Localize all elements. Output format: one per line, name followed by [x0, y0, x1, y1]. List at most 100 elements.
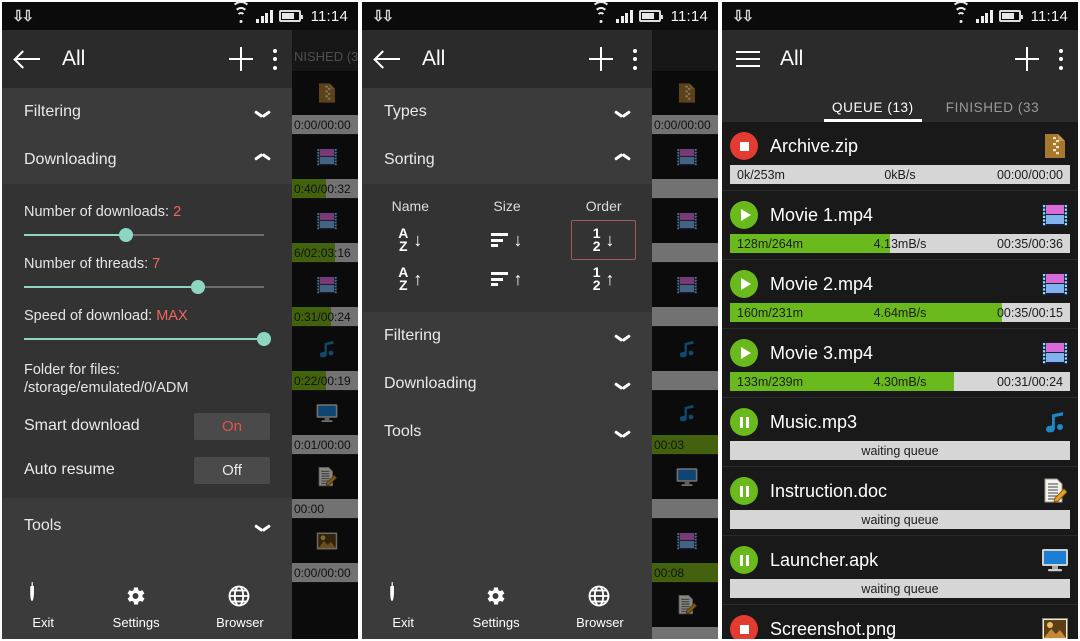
sort-size-ascending[interactable]: ↑ — [459, 260, 556, 298]
auto-resume-row[interactable]: Auto resume Off — [24, 448, 270, 492]
smart-download-toggle[interactable]: On — [194, 412, 270, 440]
download-row[interactable]: Movie 3.mp4 133m/239m 4.30mB/s 00:31/00:24 — [722, 329, 1078, 398]
progress-text-part: 0kB/s — [884, 167, 916, 182]
sort-size-descending[interactable]: ↓ — [459, 220, 556, 260]
arrow-down-icon: ↓ — [413, 230, 423, 250]
tab-finished[interactable]: FINISHED (33 — [930, 100, 1055, 122]
download-row[interactable]: Launcher.apk waiting queue — [722, 536, 1078, 605]
download-row[interactable]: Archive.zip 0k/253m 0kB/s 00:00/00:00 — [722, 122, 1078, 191]
plus-icon[interactable] — [229, 47, 253, 71]
label-value: 7 — [152, 256, 161, 272]
speed-slider[interactable] — [24, 328, 271, 350]
num-downloads-slider[interactable] — [24, 224, 270, 246]
sort-name-ascending[interactable]: AZ ↑ — [362, 260, 459, 298]
sidebar-item-tools[interactable]: Tools — [2, 502, 292, 550]
plus-icon[interactable] — [1015, 47, 1039, 71]
slider-knob[interactable] — [190, 280, 205, 294]
pause-button-icon[interactable] — [730, 477, 758, 505]
app-file-icon — [1040, 545, 1070, 575]
drawer-scrim[interactable] — [292, 30, 358, 639]
alpha-descending-icon: AZ ↓ — [398, 226, 423, 253]
download-arrow-icon: ⇩⇩ — [12, 7, 34, 25]
pause-button-icon[interactable] — [730, 546, 758, 574]
progress-text-part: 0k/253m — [737, 167, 785, 182]
progress-text: waiting queue — [730, 510, 1070, 529]
tab-queue[interactable]: QUEUE (13) — [816, 100, 930, 122]
play-button-icon[interactable] — [730, 201, 758, 229]
overflow-menu-icon[interactable] — [633, 48, 638, 70]
sidebar-item-downloading[interactable]: Downloading — [362, 360, 652, 408]
folder-path-value[interactable]: /storage/emulated/0/ADM — [24, 380, 270, 396]
drawer-body: Filtering Downloading Number of download… — [2, 88, 292, 571]
action-bar-icons — [1015, 47, 1064, 71]
play-button-icon[interactable] — [730, 270, 758, 298]
num-downloads-label: Number of downloads: 2 — [24, 204, 270, 220]
hamburger-menu-icon[interactable] — [736, 51, 760, 67]
sidebar-item-filtering[interactable]: Filtering — [2, 88, 292, 136]
status-bar-clock: 11:14 — [310, 7, 348, 25]
stop-button-icon[interactable] — [730, 615, 758, 639]
play-button-icon[interactable] — [730, 339, 758, 367]
download-row[interactable]: Screenshot.png0k/11.1m0kB/s00:00/00:00 — [722, 605, 1078, 639]
drawer-scrim[interactable] — [652, 30, 718, 639]
chevron-down-icon — [255, 108, 270, 117]
footer-label: Exit — [32, 615, 55, 630]
sidebar-item-sorting[interactable]: Sorting — [362, 136, 652, 184]
audio-file-icon — [1040, 407, 1070, 437]
stop-button-icon[interactable] — [730, 132, 758, 160]
back-arrow-icon[interactable] — [376, 49, 402, 69]
chevron-down-icon — [615, 108, 630, 117]
num-threads-slider[interactable] — [24, 276, 270, 298]
footer-label: Settings — [472, 615, 520, 630]
footer-settings-button[interactable]: Settings — [473, 584, 520, 630]
status-bar-left: ⇩⇩ — [12, 9, 232, 24]
downloading-settings-panel: Number of downloads: 2 Number of threads… — [2, 184, 292, 498]
footer-browser-button[interactable]: Browser — [216, 584, 264, 630]
download-row-header: Archive.zip — [730, 127, 1070, 165]
sidebar-item-tools[interactable]: Tools — [362, 408, 652, 456]
sort-order-ascending[interactable]: 12 ↑ — [555, 260, 652, 298]
footer-browser-button[interactable]: Browser — [576, 584, 624, 630]
plus-icon[interactable] — [589, 47, 613, 71]
footer-exit-button[interactable]: Exit — [390, 582, 416, 630]
download-progress-bar: 133m/239m 4.30mB/s 00:31/00:24 — [730, 372, 1070, 391]
slider-knob[interactable] — [257, 332, 271, 346]
progress-text-part: 00:35/00:36 — [996, 236, 1063, 251]
sort-name-descending[interactable]: AZ ↓ — [362, 220, 459, 260]
sorting-grid: Name Size Order AZ ↓ ↓ 1 2 ↓ A Z ↑ ↑ 1 2… — [362, 190, 652, 298]
progress-text-part: 4.30mB/s — [873, 374, 927, 389]
number-bottom: 2 — [592, 277, 601, 293]
download-row[interactable]: Movie 2.mp4 160m/231m 4.64mB/s 00:35/00:15 — [722, 260, 1078, 329]
back-arrow-icon[interactable] — [16, 49, 42, 69]
auto-resume-toggle[interactable]: Off — [194, 456, 270, 484]
download-row[interactable]: Music.mp3 waiting queue — [722, 398, 1078, 467]
download-row[interactable]: Instruction.doc waiting queue — [722, 467, 1078, 536]
footer-settings-button[interactable]: Settings — [113, 584, 160, 630]
gear-icon — [483, 584, 509, 610]
overflow-menu-icon[interactable] — [1059, 48, 1064, 70]
sidebar-item-filtering[interactable]: Filtering — [362, 312, 652, 360]
footer-exit-button[interactable]: Exit — [30, 582, 56, 630]
pause-button-icon[interactable] — [730, 408, 758, 436]
auto-resume-label: Auto resume — [24, 461, 115, 478]
download-file-name: Screenshot.png — [770, 618, 897, 639]
wifi-icon — [231, 2, 252, 23]
download-row[interactable]: Movie 1.mp4 128m/264m 4.13mB/s 00:35/00:36 — [722, 191, 1078, 260]
sidebar-item-downloading[interactable]: Downloading — [2, 136, 292, 184]
sidebar-item-types[interactable]: Types — [362, 88, 652, 136]
download-row-header: Movie 2.mp4 — [730, 265, 1070, 303]
sort-column-header-name: Name — [391, 198, 429, 214]
footer-label: Browser — [576, 615, 624, 630]
page-title: All — [422, 47, 446, 70]
sort-order-descending[interactable]: 12 ↓ — [571, 220, 636, 260]
overflow-menu-icon[interactable] — [273, 48, 278, 70]
label-value: 2 — [173, 204, 182, 220]
status-bar: ⇩⇩ 11:14 — [362, 2, 718, 30]
download-file-name: Movie 3.mp4 — [770, 342, 874, 363]
download-row-header: Movie 3.mp4 — [730, 334, 1070, 372]
status-bar-right: 11:14 — [231, 2, 348, 25]
smart-download-row[interactable]: Smart download On — [24, 404, 270, 448]
slider-knob[interactable] — [119, 228, 134, 242]
wifi-icon — [951, 2, 972, 23]
download-progress-bar: waiting queue — [730, 579, 1070, 598]
